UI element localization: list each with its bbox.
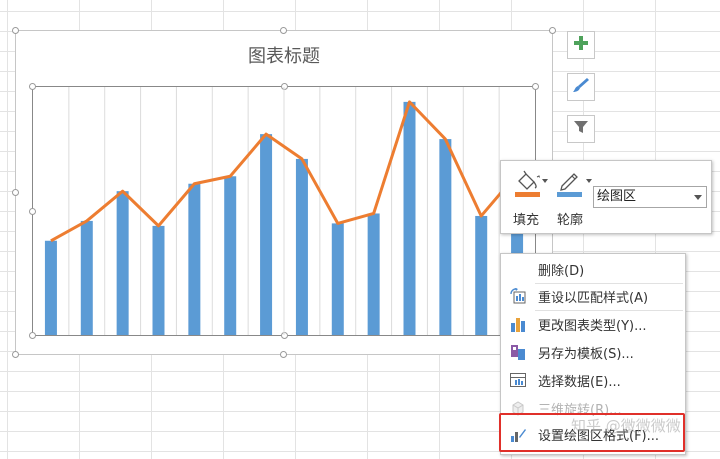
- brush-icon: [572, 76, 590, 98]
- fill-label: 填充: [512, 213, 539, 228]
- menu-item-label: 选择数据(E)...: [538, 375, 621, 390]
- menu-item-label: 删除(D): [538, 264, 585, 279]
- reset-style-icon: [509, 287, 527, 305]
- save-template-icon: [509, 343, 527, 361]
- menu-item-label: 更改图表类型(Y)...: [538, 319, 647, 334]
- chart-bar[interactable]: [295, 158, 308, 335]
- mini-format-toolbar: 填充 轮廓 绘图区: [500, 160, 712, 234]
- pen-icon: [556, 169, 584, 203]
- paint-bucket-icon: [514, 169, 542, 203]
- chart-elements-button[interactable]: [567, 31, 595, 59]
- chart-bar[interactable]: [260, 134, 273, 335]
- chart-bar[interactable]: [80, 220, 93, 335]
- outline-color-bar: [557, 192, 582, 197]
- fill-button[interactable]: 填充: [504, 165, 548, 229]
- menu-item-label: 另存为模板(S)...: [538, 347, 634, 362]
- outline-label: 轮廓: [556, 213, 583, 228]
- chevron-down-icon: [694, 195, 702, 200]
- outline-dropdown-icon[interactable]: [586, 179, 592, 183]
- plus-icon: [573, 35, 589, 55]
- chart-bar[interactable]: [331, 223, 344, 335]
- menu-item-select-data[interactable]: 选择数据(E)...: [501, 367, 685, 393]
- chart-bar[interactable]: [188, 183, 201, 335]
- filter-icon: [573, 119, 589, 139]
- chart-bar[interactable]: [44, 240, 57, 335]
- chart-bar[interactable]: [403, 101, 416, 335]
- menu-item-reset-style[interactable]: 重设以匹配样式(A): [501, 283, 685, 309]
- chart-bar[interactable]: [224, 176, 237, 335]
- menu-item-label: 重设以匹配样式(A): [538, 291, 649, 306]
- watermark: 知乎 @微微微微: [571, 417, 681, 435]
- chart-element-select-value: 绘图区: [597, 189, 637, 204]
- select-data-icon: [509, 371, 527, 389]
- chart-bar[interactable]: [152, 225, 165, 335]
- fill-color-bar: [515, 192, 540, 197]
- chart-bar[interactable]: [116, 191, 129, 335]
- menu-item-save-template[interactable]: 另存为模板(S)...: [501, 339, 685, 365]
- chart-type-icon: [509, 315, 527, 333]
- chart-bar[interactable]: [439, 139, 452, 335]
- menu-item-change-chart-type[interactable]: 更改图表类型(Y)...: [501, 311, 685, 337]
- chart-bar[interactable]: [475, 215, 488, 335]
- chart-element-select[interactable]: 绘图区: [593, 186, 707, 208]
- chart-filters-button[interactable]: [567, 115, 595, 143]
- outline-button[interactable]: 轮廓: [548, 165, 592, 229]
- menu-item-delete[interactable]: 删除(D): [501, 256, 685, 282]
- chart-styles-button[interactable]: [567, 73, 595, 101]
- chart-bar[interactable]: [367, 213, 380, 335]
